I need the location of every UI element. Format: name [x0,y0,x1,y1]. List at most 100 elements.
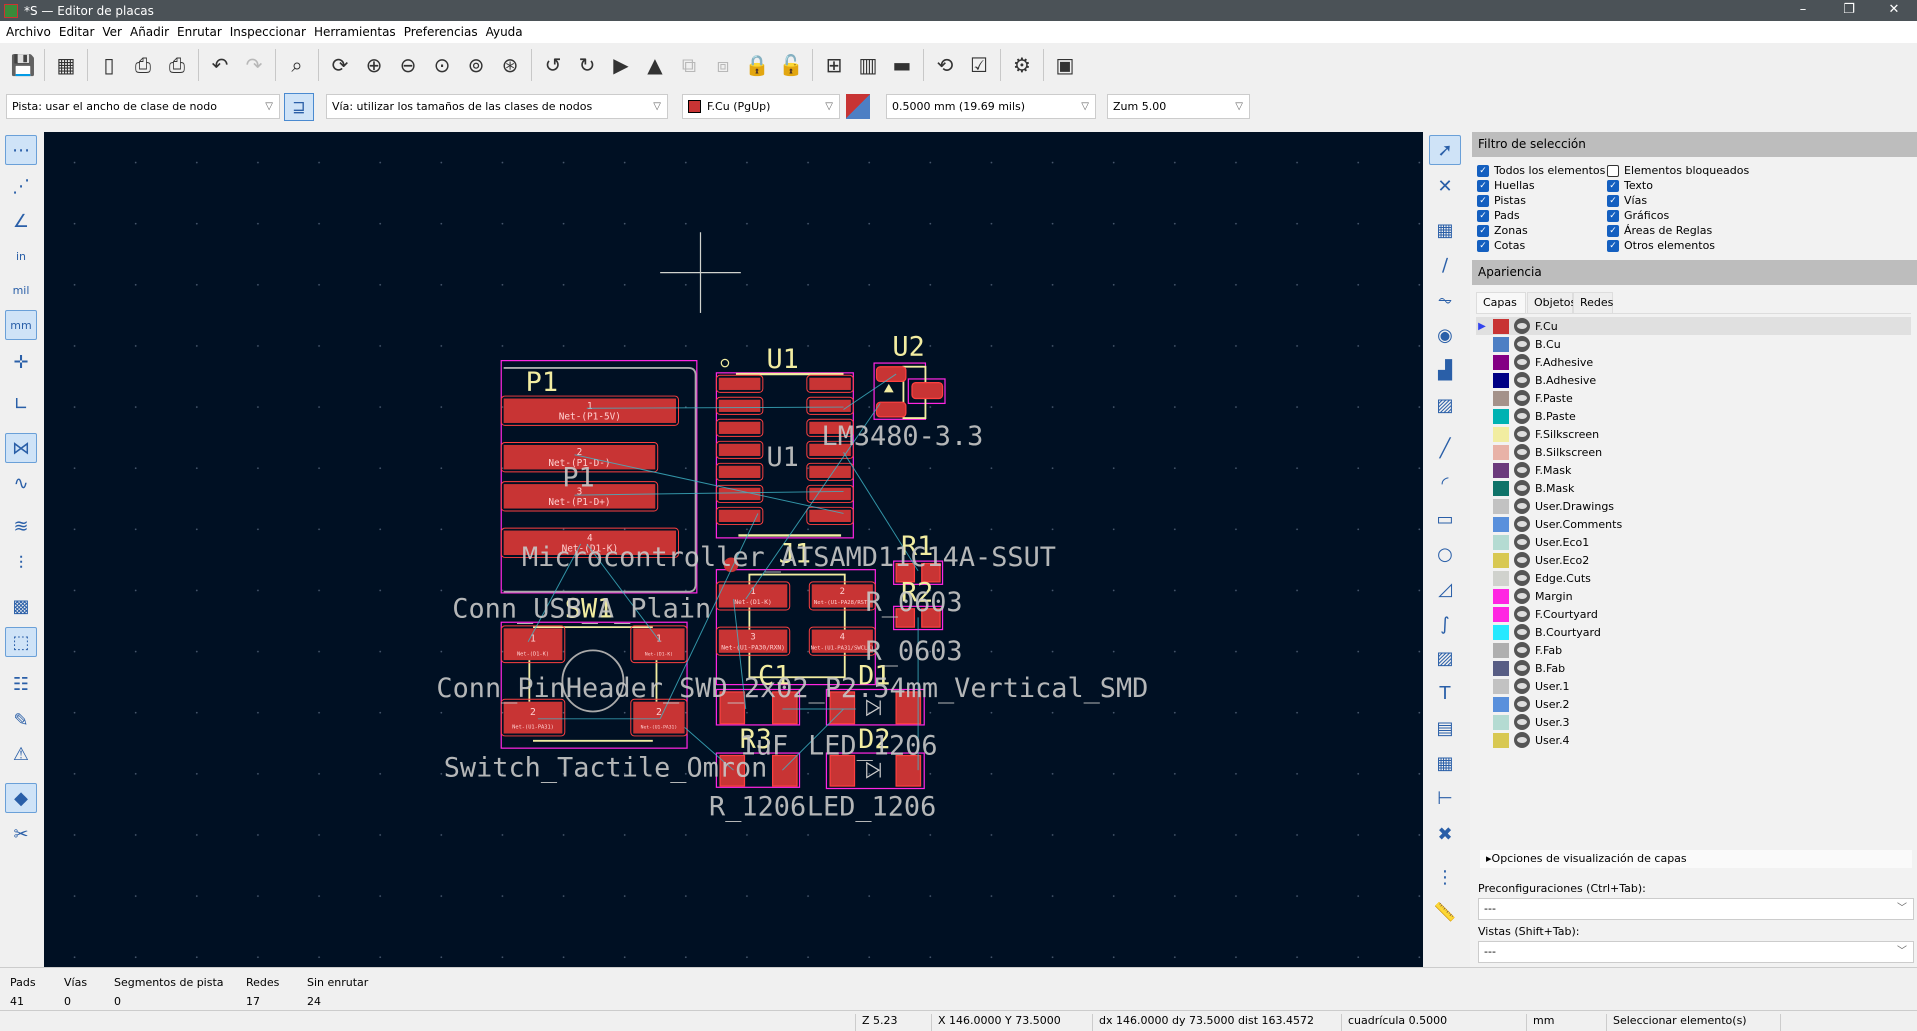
views-select[interactable]: --- ﹀ [1478,941,1914,963]
tab-capas[interactable]: Capas [1476,292,1526,313]
layer-color-swatch[interactable] [1493,552,1509,568]
add-table-icon[interactable]: ▦ [1429,748,1461,778]
layer-row[interactable]: F.Paste [1476,389,1911,407]
filter-checkbox[interactable]: ✓ Pistas [1477,194,1526,207]
filter-checkbox[interactable]: ✓ Huellas [1477,179,1535,192]
measure-icon[interactable]: 📏 [1429,897,1461,927]
eye-icon[interactable] [1514,426,1530,442]
add-textbox-icon[interactable]: ▤ [1429,713,1461,743]
layer-row[interactable]: F.Mask [1476,461,1911,479]
layer-row[interactable]: F.Fab [1476,641,1911,659]
filter-checkbox[interactable]: ✓ Todos los elementos [1477,164,1605,177]
eye-icon[interactable] [1514,714,1530,730]
layer-color-swatch[interactable] [1493,732,1509,748]
draw-bezier-icon[interactable]: ∫ [1429,609,1461,639]
layer-row[interactable]: Margin [1476,587,1911,605]
drc-marker-icon[interactable]: ⚠ [5,739,37,769]
lock-icon[interactable]: 🔒 [742,50,772,80]
add-image-icon[interactable]: ▨ [1429,643,1461,673]
rotate-cw-icon[interactable]: ↻ [572,50,602,80]
layer-row[interactable]: B.Mask [1476,479,1911,497]
menu-5[interactable]: Inspeccionar [228,25,312,39]
layer-color-swatch[interactable] [1493,498,1509,514]
layer-pair-icon[interactable] [846,94,870,119]
eye-icon[interactable] [1514,678,1530,694]
checkbox-checked-icon[interactable]: ✓ [1607,194,1619,207]
auto-track-width-button[interactable]: ⊒ [284,93,314,121]
zoom-objects-icon[interactable]: ⊚ [461,50,491,80]
pad[interactable]: 1Net-(D1-K) [500,625,566,664]
checkbox-checked-icon[interactable]: ✓ [1607,239,1619,252]
layer-color-swatch[interactable] [1493,534,1509,550]
via-outline-icon[interactable]: ⫶ [5,548,37,578]
layer-row[interactable]: User.1 [1476,677,1911,695]
track-width-select[interactable]: Pista: usar el ancho de clase de nodo ▽ [6,94,280,119]
add-rule-area-icon[interactable]: ▨ [1429,390,1461,420]
layer-row[interactable]: B.Silkscreen [1476,443,1911,461]
eye-icon[interactable] [1514,570,1530,586]
eye-icon[interactable] [1514,696,1530,712]
checkbox-checked-icon[interactable]: ✓ [1477,239,1489,252]
zoom-select[interactable]: Zum 5.00 ▽ [1107,94,1250,119]
layer-row[interactable]: B.Cu [1476,335,1911,353]
save-icon[interactable]: 💾 [8,50,38,80]
layer-color-swatch[interactable] [1493,570,1509,586]
layer-row[interactable]: ▶ F.Cu [1476,317,1911,335]
filter-checkbox[interactable]: ✓ Otros elementos [1607,239,1715,252]
pad[interactable]: 2Net-(U1-PA31) [500,698,566,737]
add-zone-icon[interactable]: ▟ [1429,355,1461,385]
net-inspector-icon[interactable]: ☷ [5,669,37,699]
layer-row[interactable]: Edge.Cuts [1476,569,1911,587]
layer-color-swatch[interactable] [1493,354,1509,370]
tab-redes[interactable]: Redes [1573,292,1613,313]
pad[interactable] [809,509,851,522]
filter-checkbox[interactable]: ✓ Cotas [1477,239,1525,252]
filter-checkbox[interactable]: ✓ Áreas de Reglas [1607,224,1712,237]
layer-row[interactable]: User.Eco1 [1476,533,1911,551]
presets-select[interactable]: --- ﹀ [1478,898,1914,920]
layer-row[interactable]: User.4 [1476,731,1911,749]
netlist-icon[interactable]: ⊞ [819,50,849,80]
draw-polygon-icon[interactable]: ◿ [1429,574,1461,604]
pad[interactable]: 1Net-(D1-K) [715,581,791,611]
zoom-selection-icon[interactable]: ⊛ [495,50,525,80]
rotate-ccw-icon[interactable]: ↺ [538,50,568,80]
zoom-out-icon[interactable]: ⊖ [393,50,423,80]
flip-icon[interactable]: ▶ [606,50,636,80]
console-icon[interactable]: ▣ [1050,50,1080,80]
grid-overrides-icon[interactable]: ⋰ [5,171,37,201]
route-track-icon[interactable]: ∕ [1429,250,1461,280]
eye-icon[interactable] [1514,390,1530,406]
layer-row[interactable]: User.Eco2 [1476,551,1911,569]
checkbox-checked-icon[interactable]: ✓ [1477,164,1489,177]
pad[interactable] [718,399,761,412]
layer-color-swatch[interactable] [1493,678,1509,694]
zones-fill-icon[interactable]: ▩ [5,591,37,621]
checkbox-checked-icon[interactable]: ✓ [1477,194,1489,207]
eye-icon[interactable] [1514,462,1530,478]
delete-icon[interactable]: ✖ [1429,819,1461,849]
eye-icon[interactable] [1514,516,1530,532]
layer-display-options-toggle[interactable]: ▸Opciones de visualización de capas [1480,850,1912,868]
redo-icon[interactable]: ↷ [239,50,269,80]
via-size-select[interactable]: Vía: utilizar los tamaños de las clases … [326,94,668,119]
pad[interactable] [809,399,851,412]
draw-rectangle-icon[interactable]: ▭ [1429,504,1461,534]
eye-icon[interactable] [1514,336,1530,352]
layer-row[interactable]: F.Adhesive [1476,353,1911,371]
layer-row[interactable]: User.Comments [1476,515,1911,533]
checkbox-checked-icon[interactable]: ✓ [1477,224,1489,237]
tab-objetos[interactable]: Objetos [1527,292,1576,313]
pcb-canvas[interactable]: 1Net-(P1-5V)2Net-(P1-D-)3Net-(P1-D+)4Net… [44,132,1423,967]
layer-color-swatch[interactable] [1493,408,1509,424]
layer-color-swatch[interactable] [1493,462,1509,478]
plot-icon[interactable]: ⎙ [162,50,192,80]
unlock-icon[interactable]: 🔓 [776,50,806,80]
close-button[interactable]: ✕ [1871,0,1917,21]
pad[interactable]: 2Net-(U1-PA31) [630,698,688,737]
layer-row[interactable]: User.3 [1476,713,1911,731]
mils-icon[interactable]: mil [5,275,37,305]
layer-color-swatch[interactable] [1493,444,1509,460]
menu-4[interactable]: Enrutar [175,25,228,39]
layer-select[interactable]: F.Cu (PgUp) ▽ [682,94,840,119]
